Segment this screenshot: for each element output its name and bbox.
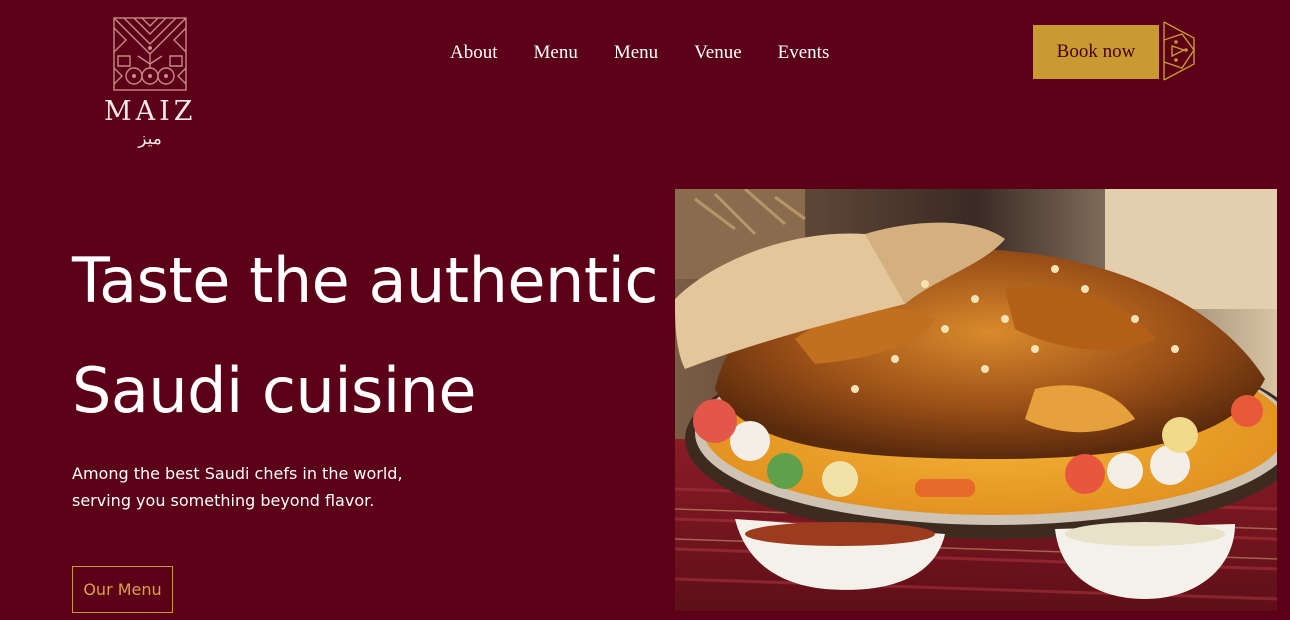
our-menu-button[interactable]: Our Menu [72,566,173,613]
nav-item-about[interactable]: About [450,42,498,64]
geometric-ornament-icon [1163,21,1195,81]
nav-item-menu-2[interactable]: Menu [614,42,658,64]
maiz-logo-icon [113,17,187,91]
nav-item-events[interactable]: Events [778,42,830,64]
nav-item-menu[interactable]: Menu [534,42,578,64]
hero-subtitle: Among the best Saudi chefs in the world,… [72,460,452,514]
kabsa-dish-photo [675,189,1277,611]
hero-title-line-2: Saudi cuisine [72,354,477,427]
hero-title-line-1: Taste the authentic [72,244,658,317]
hero-dish-image [675,189,1277,611]
brand-name: MAIZ [104,96,197,127]
hero-subtitle-line-2: serving you something beyond flavor. [72,491,375,510]
brand-name-arabic: ميز [138,129,162,149]
nav-item-venue[interactable]: Venue [694,42,741,64]
hero-title: Taste the authentic Saudi cuisine [72,226,672,446]
book-now-button[interactable]: Book now [1033,25,1159,79]
hero-subtitle-line-1: Among the best Saudi chefs in the world, [72,464,403,483]
main-nav: About Menu Menu Venue Events [450,42,829,64]
brand-logo[interactable]: MAIZ ميز [104,16,196,148]
